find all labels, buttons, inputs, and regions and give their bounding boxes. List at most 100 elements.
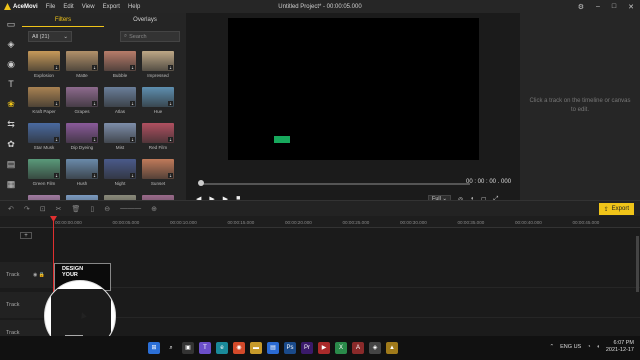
clock[interactable]: 6:07 PM 2021-12-17 — [606, 340, 634, 354]
media-app-icon[interactable]: ▶ — [318, 342, 330, 354]
filter-thumbnail[interactable]: ⇣ Impressed — [142, 51, 174, 81]
transitions-icon[interactable]: ⇆ — [4, 117, 18, 131]
download-icon[interactable]: ⇣ — [92, 173, 97, 178]
search-input[interactable]: ⌕ Search — [120, 31, 180, 42]
menu-edit[interactable]: Edit — [63, 4, 73, 10]
download-icon[interactable]: ⇣ — [54, 101, 59, 106]
elements-icon[interactable]: ✿ — [4, 137, 18, 151]
add-track-button[interactable]: + — [20, 232, 32, 239]
delete-icon[interactable]: 🗑 — [72, 205, 81, 213]
filter-thumbnail[interactable]: ⇣ Star Musk — [28, 123, 60, 153]
timeline-scrollbar[interactable] — [636, 236, 639, 292]
layers-icon[interactable]: ◈ — [4, 37, 18, 51]
grid-icon[interactable]: ▦ — [4, 177, 18, 191]
filter-thumbnail[interactable]: ⇣ Green Film — [28, 159, 60, 189]
filter-thumbnail[interactable]: ⇣ Mist — [104, 123, 136, 153]
filter-thumbnail[interactable]: ⇣ Kraft Paper — [28, 87, 60, 117]
undo-icon[interactable]: ↶ — [8, 205, 14, 213]
photoshop-icon[interactable]: Ps — [284, 342, 296, 354]
tab-overlays[interactable]: Overlays — [104, 13, 186, 27]
teams-icon[interactable]: T — [199, 342, 211, 354]
eye-icon[interactable]: ◉ 🔒 — [33, 272, 45, 278]
zoom-in-icon[interactable]: ⊕ — [151, 205, 157, 213]
download-icon[interactable]: ⇣ — [130, 101, 135, 106]
search-taskbar-icon[interactable]: ⌕ — [165, 342, 177, 354]
maximize-icon[interactable]: □ — [612, 3, 616, 11]
filter-thumbnail[interactable]: ⇣ Atlas — [104, 87, 136, 117]
marker-icon[interactable]: ▯ — [90, 205, 94, 213]
excel-icon[interactable]: X — [335, 342, 347, 354]
menu-view[interactable]: View — [82, 4, 95, 10]
audio-icon[interactable]: ◉ — [4, 57, 18, 71]
tray-chevron-icon[interactable]: ⌃ — [550, 344, 555, 350]
download-icon[interactable]: ⇣ — [92, 137, 97, 142]
category-dropdown[interactable]: All (21) ⌄ — [28, 31, 72, 42]
close-icon[interactable]: ✕ — [628, 3, 634, 11]
timeline-ruler[interactable]: 00:00:00.000 00:00:05.000 00:00:10.000 00:0… — [0, 216, 640, 228]
media-icon[interactable]: ▭ — [4, 17, 18, 31]
search-placeholder: Search — [129, 33, 147, 40]
download-icon[interactable]: ⇣ — [54, 173, 59, 178]
settings-icon[interactable]: ⚙ — [578, 3, 584, 11]
filter-label: Dip Dyeing — [70, 145, 94, 150]
filter-thumbnail[interactable]: ⇣ Red Film — [142, 123, 174, 153]
download-icon[interactable]: ⇣ — [168, 173, 173, 178]
tab-filters[interactable]: Filters — [22, 13, 104, 27]
download-icon[interactable]: ⇣ — [168, 137, 173, 142]
minimize-icon[interactable]: – — [596, 3, 600, 11]
edge-icon[interactable]: e — [216, 342, 228, 354]
file-explorer-icon[interactable]: ▬ — [250, 342, 262, 354]
menu-file[interactable]: File — [46, 4, 56, 10]
seek-handle[interactable] — [198, 180, 204, 186]
store-icon[interactable]: ▤ — [267, 342, 279, 354]
export-icon: ⇪ — [603, 206, 609, 213]
split-screen-icon[interactable]: ▤ — [4, 157, 18, 171]
filter-thumbnail[interactable]: ⇣ Matte — [66, 51, 98, 81]
filter-thumbnail[interactable]: ⇣ Hush — [66, 159, 98, 189]
track-row[interactable] — [52, 262, 640, 288]
menu-export[interactable]: Export — [103, 4, 120, 10]
windows-start-icon[interactable]: ⊞ — [148, 342, 160, 354]
split-icon[interactable]: ✂ — [56, 205, 62, 213]
filter-thumbnail[interactable]: ⇣ Grapes — [66, 87, 98, 117]
export-button[interactable]: ⇪ Export — [598, 203, 634, 215]
download-icon[interactable]: ⇣ — [54, 137, 59, 142]
download-icon[interactable]: ⇣ — [130, 173, 135, 178]
download-icon[interactable]: ⇣ — [92, 65, 97, 70]
download-icon[interactable]: ⇣ — [130, 137, 135, 142]
filter-thumbnail[interactable]: ⇣ Explosion — [28, 51, 60, 81]
text-icon[interactable]: T — [4, 77, 18, 91]
green-element[interactable] — [274, 136, 290, 143]
task-view-icon[interactable]: ▣ — [182, 342, 194, 354]
filter-thumbnail[interactable]: ⇣ Bubble — [104, 51, 136, 81]
premiere-icon[interactable]: Pr — [301, 342, 313, 354]
filter-preview-image: ⇣ — [142, 159, 174, 179]
menu-help[interactable]: Help — [128, 4, 140, 10]
wifi-icon[interactable]: ◔ — [587, 344, 590, 350]
filters-icon[interactable]: ❀ — [4, 97, 18, 111]
filter-thumbnail[interactable]: ⇣ Dip Dyeing — [66, 123, 98, 153]
filter-thumbnail[interactable]: ⇣ Sunset — [142, 159, 174, 189]
download-icon[interactable]: ⇣ — [54, 65, 59, 70]
preview-canvas[interactable] — [228, 18, 479, 160]
language-indicator[interactable]: ENG US — [560, 344, 581, 350]
redo-icon[interactable]: ↷ — [24, 205, 30, 213]
filter-thumbnail[interactable]: ⇣ Night — [104, 159, 136, 189]
download-icon[interactable]: ⇣ — [168, 65, 173, 70]
seek-bar[interactable] — [200, 183, 470, 185]
download-icon[interactable]: ⇣ — [168, 101, 173, 106]
download-icon[interactable]: ⇣ — [130, 65, 135, 70]
acrobat-icon[interactable]: A — [352, 342, 364, 354]
track-row[interactable] — [52, 292, 640, 318]
acemovi-taskbar-icon[interactable]: ▲ — [386, 342, 398, 354]
app-icon[interactable]: ◈ — [369, 342, 381, 354]
filter-label: Hush — [76, 181, 88, 186]
volume-tray-icon[interactable]: ◖ — [597, 344, 600, 350]
zoom-out-icon[interactable]: ⊖ — [104, 205, 110, 213]
zoom-slider[interactable]: ——— — [120, 205, 141, 212]
chrome-icon[interactable]: ◉ — [233, 342, 245, 354]
crop-icon[interactable]: ⊡ — [40, 205, 46, 213]
filter-label: Impressed — [147, 73, 169, 78]
filter-thumbnail[interactable]: ⇣ Hue — [142, 87, 174, 117]
download-icon[interactable]: ⇣ — [92, 101, 97, 106]
